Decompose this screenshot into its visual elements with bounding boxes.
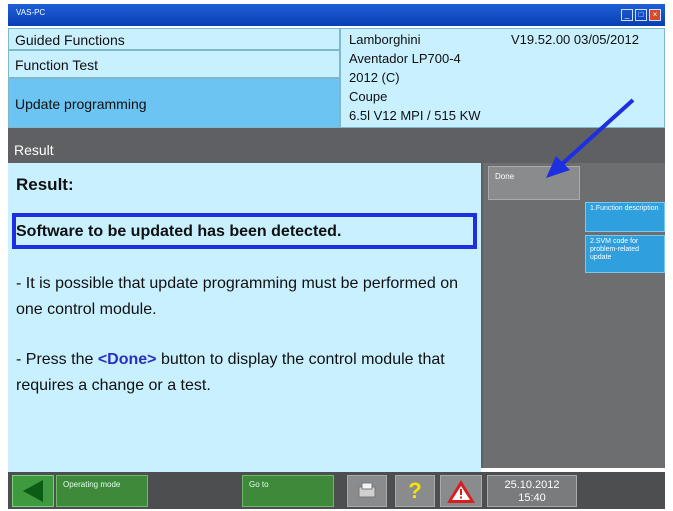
date-time-display: 25.10.2012 15:40 — [487, 475, 577, 507]
header-guided-functions[interactable]: Guided Functions — [8, 28, 340, 50]
vehicle-body: Coupe — [349, 89, 388, 104]
back-arrow-icon — [23, 480, 43, 502]
result-heading: Result: — [16, 175, 74, 194]
minimize-icon[interactable]: _ — [621, 9, 633, 21]
vehicle-year: 2012 (C) — [349, 70, 400, 85]
done-reference: <Done> — [97, 351, 157, 368]
vehicle-model: Aventador LP700-4 — [349, 51, 461, 66]
function-description-button[interactable]: 1.Function description — [585, 202, 665, 232]
result-bar: Result — [8, 139, 481, 161]
vehicle-info: Lamborghini V19.52.00 03/05/2012 Aventad… — [340, 28, 665, 128]
back-button[interactable] — [12, 475, 54, 507]
warning-button[interactable] — [440, 475, 482, 507]
vehicle-engine: 6.5l V12 MPI / 515 KW — [349, 108, 481, 123]
close-icon[interactable]: × — [649, 9, 661, 21]
operating-mode-button[interactable]: Operating mode — [56, 475, 148, 507]
software-version: V19.52.00 03/05/2012 — [511, 32, 639, 47]
window-title: VAS-PC — [16, 8, 46, 17]
result-content: Result: Software to be updated has been … — [8, 163, 481, 472]
goto-button[interactable]: Go to — [242, 475, 334, 507]
help-button[interactable]: ? — [395, 475, 435, 507]
done-button[interactable]: Done — [488, 166, 580, 200]
vehicle-make: Lamborghini — [349, 32, 421, 47]
header-update-programming[interactable]: Update programming — [8, 78, 340, 128]
header-function-test[interactable]: Function Test — [8, 50, 340, 78]
info-paragraph-1: - It is possible that update programming… — [16, 275, 458, 318]
p2-prefix: - Press the — [16, 351, 98, 368]
time-text: 15:40 — [518, 492, 546, 504]
info-paragraph-2: - Press the <Done> button to display the… — [16, 347, 476, 399]
print-button[interactable] — [347, 475, 387, 507]
maximize-icon[interactable]: □ — [635, 9, 647, 21]
printer-icon — [358, 482, 376, 498]
svm-code-button[interactable]: 2.SVM code for problem-related update — [585, 235, 665, 273]
warning-icon — [447, 480, 475, 503]
date-text: 25.10.2012 — [504, 479, 560, 491]
detected-message: Software to be updated has been detected… — [16, 223, 342, 240]
title-bar: VAS-PC _ □ × — [8, 4, 665, 26]
